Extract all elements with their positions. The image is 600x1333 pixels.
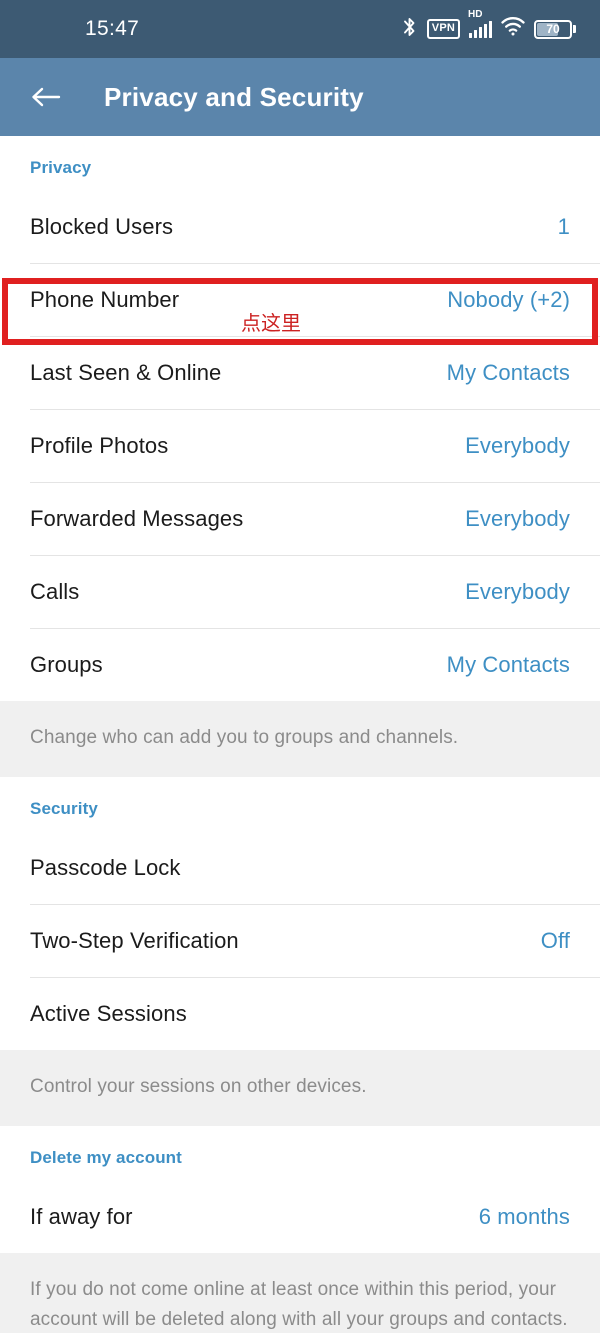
row-label: Profile Photos [30,432,169,458]
row-groups[interactable]: Groups My Contacts [0,628,600,701]
row-value: Everybody [465,578,570,604]
footnote-security: Control your sessions on other devices. [0,1050,600,1126]
row-last-seen-online[interactable]: Last Seen & Online My Contacts [0,336,600,409]
row-value: Everybody [465,505,570,531]
row-label: If away for [30,1203,133,1229]
bluetooth-icon [401,16,418,43]
section-header-privacy: Privacy [30,158,92,177]
settings-content: Privacy Blocked Users 1 Phone Number Nob… [0,136,600,1333]
row-value: Nobody (+2) [447,286,570,312]
row-label: Passcode Lock [30,854,181,880]
row-profile-photos[interactable]: Profile Photos Everybody [0,409,600,482]
row-active-sessions[interactable]: Active Sessions [0,977,600,1050]
section-header-security: Security [30,799,98,818]
row-label: Phone Number [30,286,180,312]
row-two-step-verification[interactable]: Two-Step Verification Off [0,904,600,977]
row-forwarded-messages[interactable]: Forwarded Messages Everybody [0,482,600,555]
status-bar: 15:47 VPN HD 70 [0,0,600,58]
row-label: Active Sessions [30,1000,187,1026]
row-value: Off [540,927,570,953]
app-bar: Privacy and Security [0,58,600,136]
page-title: Privacy and Security [104,81,364,112]
section-header-delete-my-account: Delete my account [30,1148,182,1167]
signal-bars [469,20,492,38]
row-blocked-users[interactable]: Blocked Users 1 [0,190,600,263]
row-value: My Contacts [446,651,570,677]
row-label: Forwarded Messages [30,505,244,531]
row-passcode-lock[interactable]: Passcode Lock [0,831,600,904]
footnote-delete-my-account: If you do not come online at least once … [0,1253,600,1333]
row-label: Blocked Users [30,213,174,239]
wifi-icon [501,17,525,41]
footnote-privacy: Change who can add you to groups and cha… [0,701,600,777]
vpn-icon: VPN [426,19,460,39]
row-value: Everybody [465,432,570,458]
hd-icon: HD [468,8,483,20]
row-label: Groups [30,651,103,677]
status-bar-icons: VPN HD 70 [401,9,576,43]
row-value: My Contacts [446,359,570,385]
screen-root: 15:47 VPN HD 70 Privacy and Security Pri… [0,0,600,1333]
row-label: Two-Step Verification [30,927,239,953]
row-value: 1 [557,213,570,239]
row-phone-number[interactable]: Phone Number Nobody (+2) [0,263,600,336]
row-value: 6 months [478,1203,570,1229]
status-bar-clock: 15:47 [85,17,140,40]
row-label: Last Seen & Online [30,359,222,385]
battery-icon: 70 [534,19,576,39]
row-label: Calls [30,578,80,604]
back-arrow-icon[interactable] [24,75,68,119]
row-calls[interactable]: Calls Everybody [0,555,600,628]
cellular-signal-icon: HD [468,9,492,38]
battery-percent-label: 70 [546,22,560,36]
row-if-away-for[interactable]: If away for 6 months [0,1180,600,1253]
